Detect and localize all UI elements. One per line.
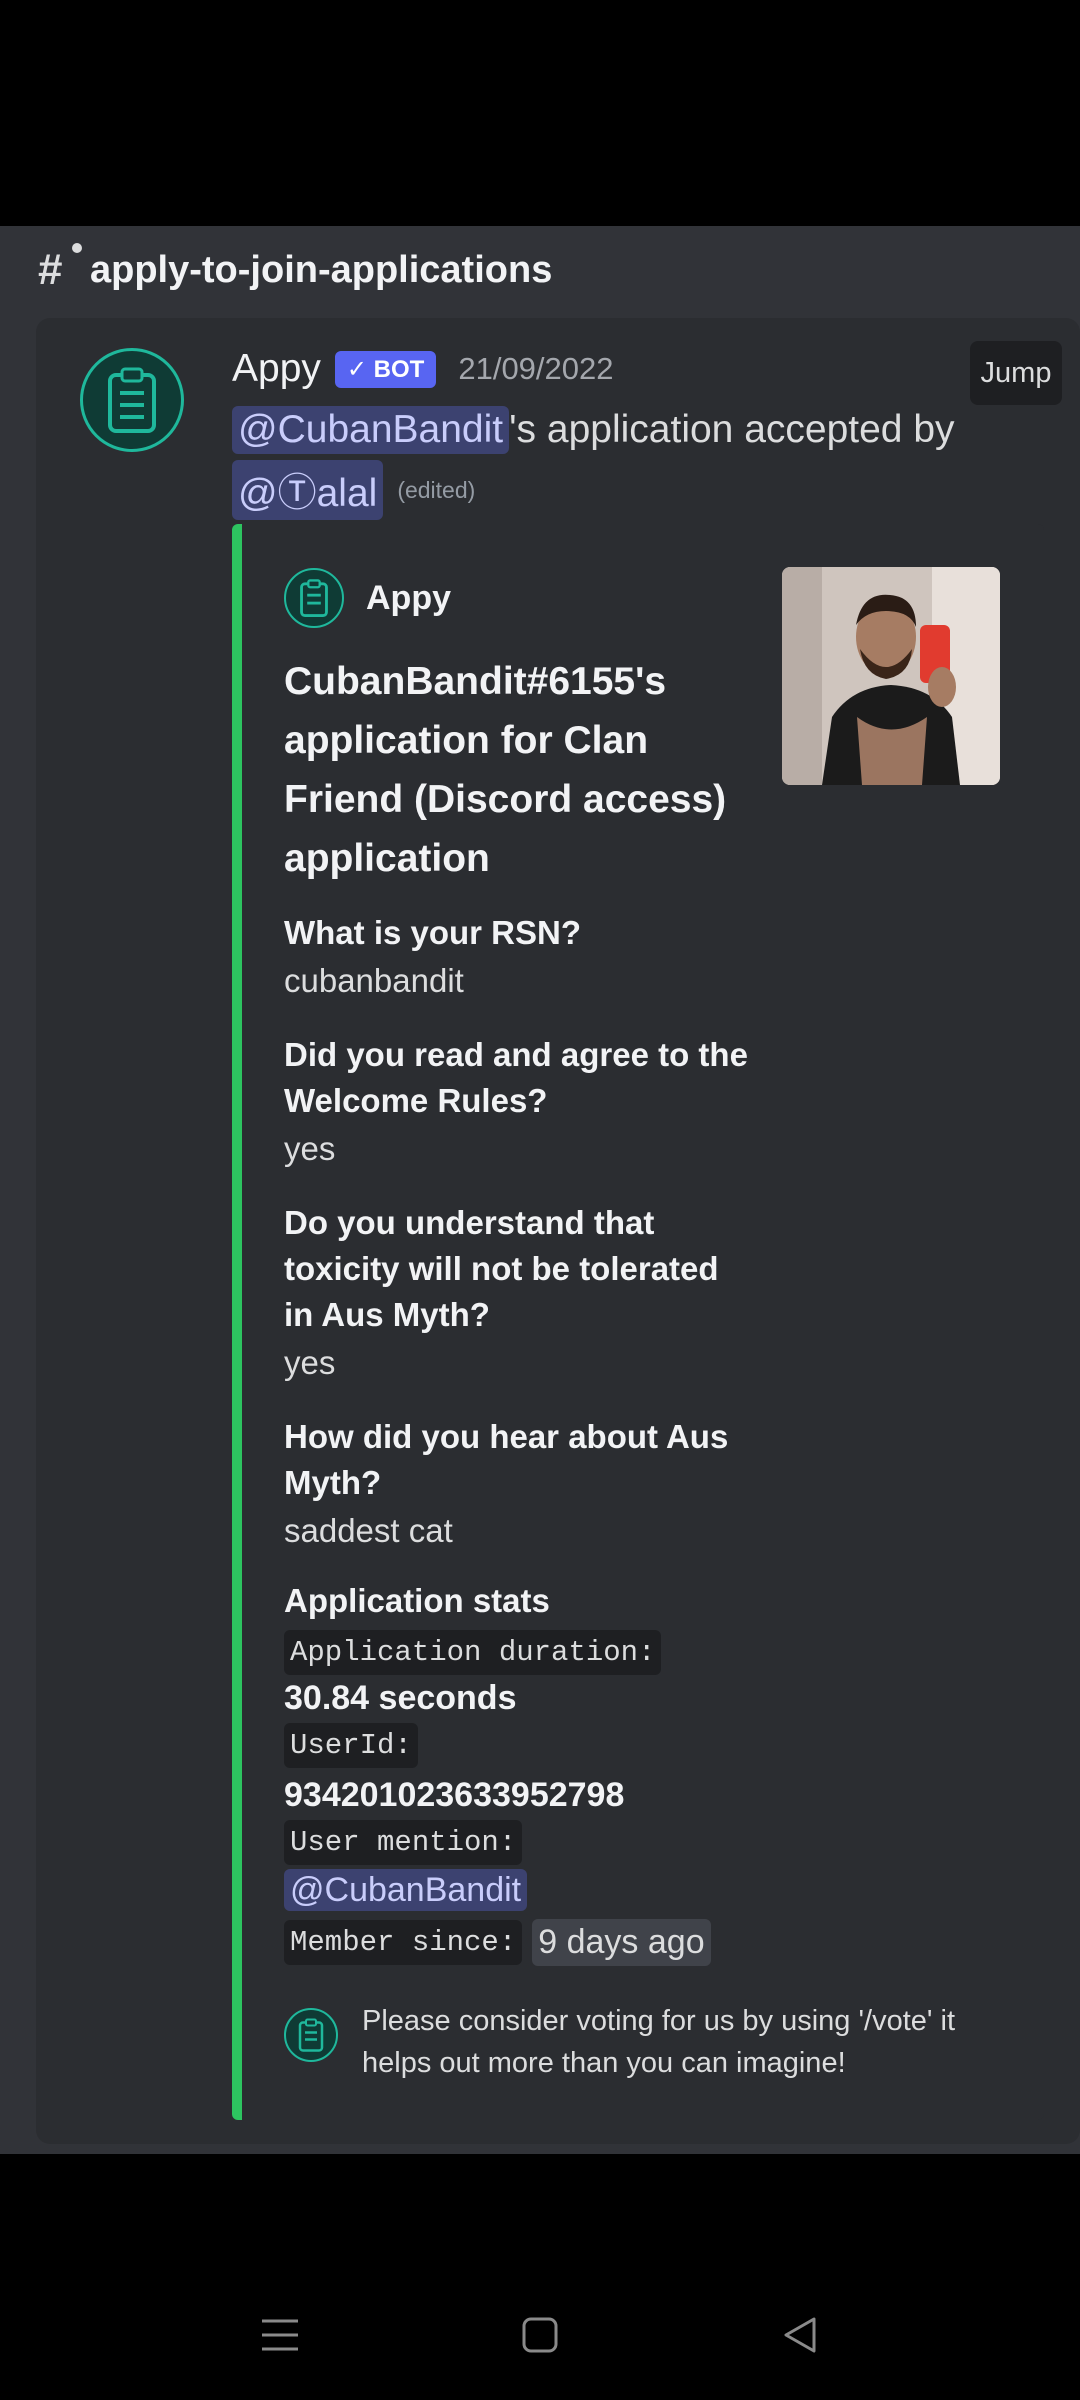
member-since-value[interactable]: 9 days ago [532, 1919, 711, 1966]
clipboard-checklist-icon [284, 2008, 338, 2062]
field-name: Do you understand that toxicity will not… [284, 1204, 719, 1333]
embed-title: CubanBandit#6155's application for Clan … [284, 660, 727, 880]
embed-author: Appy [284, 568, 451, 628]
embed: Appy CubanBandit#6155's application for … [232, 524, 1044, 2120]
field-name: Did you read and agree to the Welcome Ru… [284, 1036, 748, 1119]
jump-button[interactable]: Jump [970, 341, 1062, 405]
triangle-back-icon[interactable] [740, 2295, 860, 2375]
field-welcome-rules: Did you read and agree to the Welcome Ru… [284, 1032, 754, 1172]
user-selfie-photo[interactable] [782, 567, 1000, 785]
square-home-icon[interactable] [480, 2295, 600, 2375]
duration-label: Application duration: [284, 1630, 662, 1675]
member-since-label: Member since: [284, 1920, 523, 1965]
field-value: saddest cat [284, 1512, 453, 1549]
application-stats: Application stats Application duration: … [284, 1578, 984, 1966]
hash-thread-icon: # [38, 243, 82, 295]
duration-value: 30.84 seconds [284, 1679, 517, 1717]
accepted-text: 's application accepted by [509, 408, 955, 451]
edited-label: (edited) [397, 476, 476, 503]
channel-name: apply-to-join-applications [90, 248, 553, 291]
mention-applicant[interactable]: @CubanBandit [232, 406, 510, 454]
userid-value: 934201023633952798 [284, 1776, 625, 1814]
menu-lines-icon[interactable] [220, 2295, 340, 2375]
stats-heading: Application stats [284, 1582, 550, 1619]
field-name: How did you hear about Aus Myth? [284, 1418, 729, 1501]
bot-badge: ✓ BOT [334, 350, 437, 388]
field-toxicity: Do you understand that toxicity will not… [284, 1200, 754, 1386]
field-value: yes [284, 1130, 336, 1167]
channel-header[interactable]: # apply-to-join-applications [38, 243, 553, 296]
field-name: What is your RSN? [284, 914, 582, 951]
message-header: Appy ✓ BOT 21/09/2022 [232, 344, 614, 394]
clipboard-checklist-icon [284, 568, 344, 628]
embed-footer: Please consider voting for us by using '… [284, 2000, 1004, 2084]
message-line-2: @Ⓣalal (edited) [232, 460, 476, 520]
system-navbar [0, 2280, 1080, 2390]
mention-label: User mention: [284, 1820, 523, 1865]
timestamp: 21/09/2022 [458, 351, 614, 386]
mention-accepter[interactable]: @Ⓣalal [232, 460, 384, 520]
field-value: cubanbandit [284, 962, 464, 999]
field-rsn: What is your RSN? cubanbandit [284, 910, 754, 1004]
message-line-1: @CubanBandit 's application accepted by [232, 402, 955, 458]
footer-text: Please consider voting for us by using '… [362, 2005, 955, 2079]
userid-label: UserId: [284, 1723, 418, 1768]
author-name[interactable]: Appy [232, 347, 321, 391]
field-heard-about: How did you hear about Aus Myth? saddest… [284, 1414, 754, 1554]
field-value: yes [284, 1344, 336, 1381]
user-mention-link[interactable]: @CubanBandit [284, 1869, 528, 1911]
clipboard-checklist-icon[interactable] [80, 348, 184, 452]
embed-author-name: Appy [366, 578, 451, 617]
